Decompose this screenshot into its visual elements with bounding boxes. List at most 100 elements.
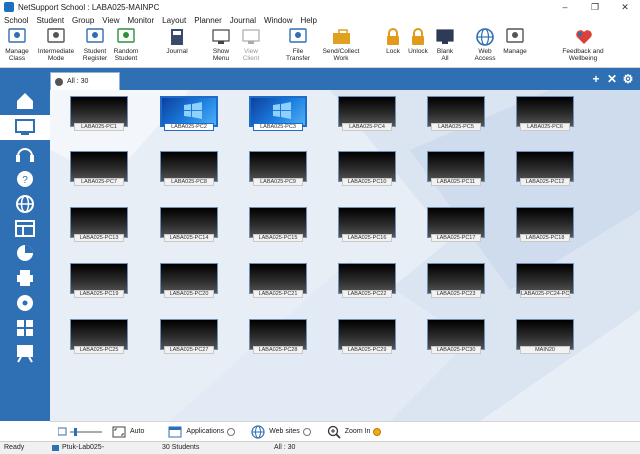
random-student-button[interactable]: Random Student: [110, 26, 142, 67]
student-computer-tile[interactable]: LABA025-PC24-PC: [516, 263, 574, 301]
student-computer-tile[interactable]: LABA025-PC11: [427, 151, 485, 189]
minimize-button[interactable]: –: [550, 0, 580, 14]
sidebar-globe[interactable]: [0, 191, 50, 216]
show-menu-button[interactable]: Show Menu: [206, 26, 236, 67]
computer-name-label: MAIN20: [520, 346, 570, 354]
journal-label: Journal: [166, 48, 188, 55]
web-access-button[interactable]: Web Access: [470, 26, 500, 67]
manage-button[interactable]: Manage: [500, 26, 530, 67]
manage-class-button[interactable]: Manage Class: [2, 26, 32, 67]
lock-button[interactable]: Lock: [382, 26, 404, 67]
computer-name-label: LABA025-PC21: [253, 290, 303, 298]
student-computer-tile[interactable]: LABA025-PC29: [338, 319, 396, 357]
menu-group[interactable]: Group: [72, 16, 94, 25]
menu-school[interactable]: School: [4, 16, 28, 25]
windows-logo-icon: [184, 102, 202, 119]
student-computer-tile[interactable]: LABA025-PC30: [427, 319, 485, 357]
auto-fit-icon: [112, 426, 126, 437]
student-computer-tile[interactable]: LABA025-PC6: [516, 96, 574, 134]
student-computer-tile[interactable]: LABA025-PC23: [427, 263, 485, 301]
file-transfer-button[interactable]: File Transfer: [280, 26, 316, 67]
applications-option[interactable]: Applications: [168, 426, 236, 438]
zoom-option[interactable]: Zoom In: [327, 425, 382, 439]
menu-layout[interactable]: Layout: [162, 16, 186, 25]
student-computer-tile[interactable]: LABA025-PC13: [70, 207, 128, 245]
student-register-label: Student Register: [82, 48, 108, 62]
student-computer-tile[interactable]: LABA025-PC20: [160, 263, 218, 301]
menu-window[interactable]: Window: [264, 16, 292, 25]
menu-monitor[interactable]: Monitor: [127, 16, 154, 25]
computer-name-label: LABA025-PC30: [431, 346, 481, 354]
view-client-button[interactable]: View Client: [236, 26, 266, 67]
blank-all-button[interactable]: Blank All: [432, 26, 458, 67]
status-bar: Ready Ptuk-Lab025- 30 Students All : 30: [0, 441, 640, 454]
websites-option[interactable]: Web sites: [251, 424, 311, 439]
student-computer-tile[interactable]: LABA025-PC21: [249, 263, 307, 301]
manage-label: Manage: [503, 48, 527, 55]
student-computer-tile[interactable]: LABA025-PC18: [516, 207, 574, 245]
websites-radio[interactable]: [302, 427, 311, 436]
student-register-button[interactable]: Student Register: [80, 26, 110, 67]
student-computer-tile[interactable]: LABA025-PC27: [160, 319, 218, 357]
status-ready: Ready: [4, 444, 25, 451]
sidebar-help-request[interactable]: ?: [0, 167, 50, 192]
applications-radio[interactable]: [227, 427, 236, 436]
unlock-button[interactable]: Unlock: [404, 26, 432, 67]
size-slider[interactable]: [58, 427, 102, 437]
settings-icon[interactable]: ⚙: [620, 72, 636, 86]
sidebar-media[interactable]: [0, 290, 50, 315]
sidebar-monitor[interactable]: [0, 115, 50, 140]
student-computer-tile[interactable]: LABA025-PC19: [70, 263, 128, 301]
student-computer-tile[interactable]: LABA025-PC7: [70, 151, 128, 189]
feedback-button[interactable]: Feedback and Wellbeing: [552, 26, 614, 67]
intermediate-mode-button[interactable]: Intermediate Mode: [32, 26, 80, 67]
student-computer-tile[interactable]: LABA025-PC28: [249, 319, 307, 357]
send-collect-button[interactable]: Send/Collect Work: [316, 26, 366, 67]
auto-toggle[interactable]: Auto: [112, 426, 144, 438]
sidebar-home[interactable]: [0, 88, 50, 113]
zoom-radio[interactable]: [373, 427, 382, 436]
menu-help[interactable]: Help: [300, 16, 316, 25]
zoom-in-icon: [327, 425, 341, 439]
student-computer-tile[interactable]: LABA025-PC9: [249, 151, 307, 189]
menu-student[interactable]: Student: [36, 16, 64, 25]
sidebar-quiz[interactable]: [0, 315, 50, 340]
journal-icon: [168, 28, 186, 46]
lock-icon: [384, 28, 402, 46]
sidebar-pie-chart[interactable]: [0, 240, 50, 265]
student-computer-tile[interactable]: LABA025-PC14: [160, 207, 218, 245]
student-computer-tile[interactable]: LABA025-PC5: [427, 96, 485, 134]
sidebar-layout[interactable]: [0, 216, 50, 241]
sidebar-printer[interactable]: [0, 265, 50, 290]
random-student-label: Random Student: [113, 48, 139, 62]
student-computer-tile[interactable]: LABA025-PC2: [160, 96, 218, 134]
lock-label: Lock: [386, 48, 400, 55]
maximize-button[interactable]: ❐: [580, 0, 610, 14]
close-tab-icon[interactable]: ✕: [604, 72, 620, 86]
student-computer-tile[interactable]: LABA025-PC12: [516, 151, 574, 189]
student-computer-tile[interactable]: LABA025-PC22: [338, 263, 396, 301]
student-computer-tile[interactable]: LABA025-PC3: [249, 96, 307, 134]
student-computer-tile[interactable]: LABA025-PC8: [160, 151, 218, 189]
menu-view[interactable]: View: [102, 16, 119, 25]
add-tab-icon[interactable]: +: [588, 72, 604, 86]
tab-all[interactable]: All : 30: [50, 72, 120, 90]
student-computer-tile[interactable]: LABA025-PC1: [70, 96, 128, 134]
status-all: All : 30: [274, 444, 296, 451]
student-computer-tile[interactable]: LABA025-PC15: [249, 207, 307, 245]
netsupport-app-icon: [4, 2, 14, 12]
student-computer-tile[interactable]: LABA025-PC17: [427, 207, 485, 245]
sidebar-headset[interactable]: [0, 141, 50, 166]
journal-button[interactable]: Journal: [162, 26, 192, 67]
student-computer-tile[interactable]: LABA025-PC25: [70, 319, 128, 357]
student-computer-tile[interactable]: LABA025-PC10: [338, 151, 396, 189]
student-computer-tile[interactable]: MAIN20: [516, 319, 574, 357]
close-button[interactable]: ✕: [610, 0, 640, 14]
intermediate-mode-icon: [47, 28, 65, 46]
menu-journal[interactable]: Journal: [230, 16, 256, 25]
student-computer-tile[interactable]: LABA025-PC4: [338, 96, 396, 134]
student-computer-tile[interactable]: LABA025-PC16: [338, 207, 396, 245]
printer-icon: [17, 269, 33, 286]
sidebar-whiteboard[interactable]: [0, 340, 50, 365]
menu-planner[interactable]: Planner: [194, 16, 222, 25]
